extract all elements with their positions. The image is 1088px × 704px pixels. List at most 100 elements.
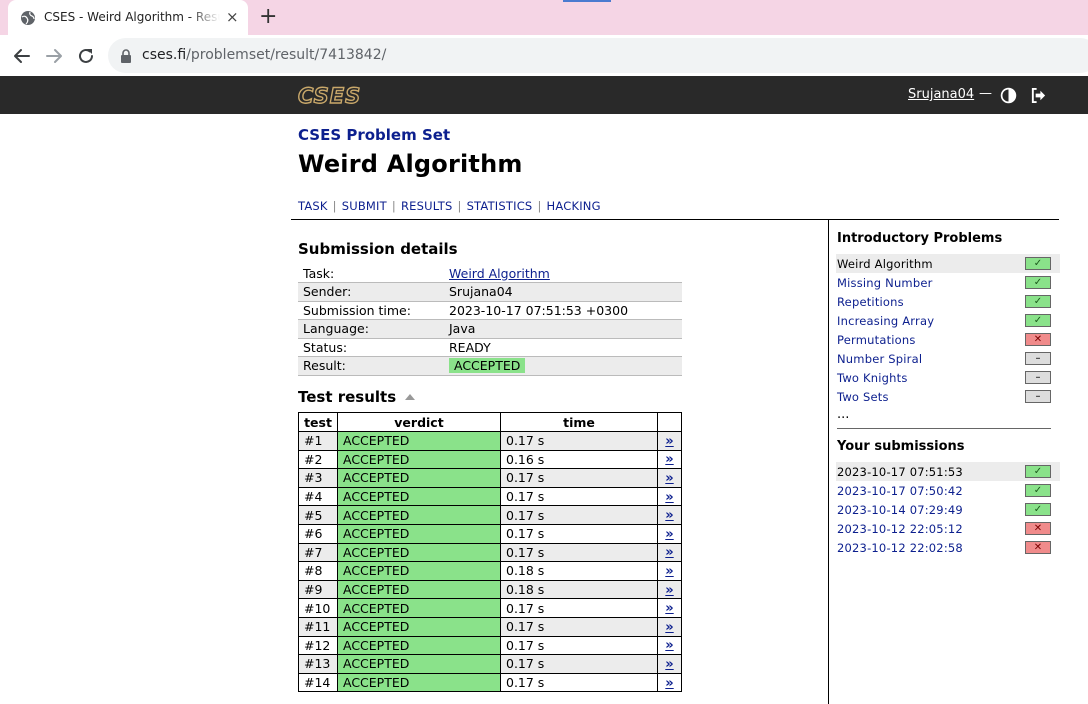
problem-item-label[interactable]: Weird Algorithm bbox=[837, 257, 933, 271]
cses-logo[interactable]: CSES bbox=[297, 84, 361, 107]
problem-item-label[interactable]: Number Spiral bbox=[837, 352, 922, 366]
details-value: 2023-10-17 07:51:53 +0300 bbox=[444, 301, 682, 320]
task-link[interactable]: Weird Algorithm bbox=[449, 266, 550, 281]
page-title: Weird Algorithm bbox=[298, 150, 523, 178]
submission-item[interactable]: 2023-10-12 22:02:58 ✕ bbox=[836, 538, 1060, 557]
view-test-link-icon[interactable]: » bbox=[665, 601, 673, 616]
view-test-link-icon[interactable]: » bbox=[665, 676, 673, 691]
submission-item-label[interactable]: 2023-10-14 07:29:49 bbox=[837, 503, 963, 517]
test-row: #3 ACCEPTED 0.17 s » bbox=[298, 468, 682, 488]
problem-item-label[interactable]: Missing Number bbox=[837, 276, 933, 290]
view-test-link-icon[interactable]: » bbox=[665, 508, 673, 523]
view-test-link-icon[interactable]: » bbox=[665, 657, 673, 672]
tab-close-icon[interactable]: × bbox=[226, 8, 239, 26]
status-bad-icon: ✕ bbox=[1025, 333, 1051, 346]
submission-item[interactable]: 2023-10-17 07:50:42 ✓ bbox=[836, 481, 1060, 500]
tab-results[interactable]: RESULTS bbox=[401, 199, 453, 213]
test-results-header-row: test verdict time bbox=[298, 412, 682, 432]
view-test-link-icon[interactable]: » bbox=[665, 545, 673, 560]
submission-item[interactable]: 2023-10-14 07:29:49 ✓ bbox=[836, 500, 1060, 519]
test-time: 0.17 s bbox=[500, 654, 658, 674]
account-link[interactable]: Srujana04 bbox=[908, 87, 974, 102]
view-test-link-icon[interactable]: » bbox=[665, 620, 673, 635]
test-detail-cell: » bbox=[657, 579, 682, 600]
breadcrumb[interactable]: CSES Problem Set bbox=[298, 126, 450, 144]
problem-item[interactable]: Missing Number ✓ bbox=[836, 273, 1060, 292]
test-detail-cell: » bbox=[657, 616, 682, 637]
test-detail-cell: » bbox=[657, 654, 682, 674]
tab-submit[interactable]: SUBMIT bbox=[342, 199, 387, 213]
status-ok-icon: ✓ bbox=[1025, 295, 1051, 308]
problem-item-label[interactable]: Two Knights bbox=[837, 371, 908, 385]
logout-icon[interactable] bbox=[1030, 87, 1047, 104]
lock-icon[interactable] bbox=[120, 49, 132, 63]
address-bar[interactable]: cses.fi/problemset/result/7413842/ bbox=[108, 38, 1088, 73]
submission-item[interactable]: 2023-10-12 22:05:12 ✕ bbox=[836, 519, 1060, 538]
test-detail-cell: » bbox=[657, 542, 682, 563]
details-label: Result: bbox=[298, 356, 444, 376]
tab-task[interactable]: TASK bbox=[298, 199, 328, 213]
test-row: #10 ACCEPTED 0.17 s » bbox=[298, 598, 682, 618]
test-verdict: ACCEPTED bbox=[337, 449, 501, 470]
column-header-time: time bbox=[500, 412, 658, 432]
subnav-separator: | bbox=[332, 199, 337, 213]
problem-item[interactable]: Number Spiral – bbox=[836, 349, 1060, 368]
test-detail-cell: » bbox=[657, 523, 682, 544]
sidebar-section-title: Introductory Problems bbox=[837, 231, 1003, 246]
contrast-toggle-icon[interactable] bbox=[1000, 87, 1017, 104]
view-test-link-icon[interactable]: » bbox=[665, 490, 673, 505]
submission-item-label[interactable]: 2023-10-12 22:02:58 bbox=[837, 541, 963, 555]
submission-item[interactable]: 2023-10-17 07:51:53 ✓ bbox=[836, 462, 1060, 481]
problem-item-label[interactable]: Two Sets bbox=[837, 390, 889, 404]
test-number: #10 bbox=[298, 598, 338, 618]
test-results-heading[interactable]: Test results bbox=[298, 388, 396, 406]
browser-tab[interactable]: CSES - Weird Algorithm - Results × bbox=[8, 0, 248, 35]
view-test-link-icon[interactable]: » bbox=[665, 638, 673, 653]
view-test-link-icon[interactable]: » bbox=[665, 434, 673, 449]
view-test-link-icon[interactable]: » bbox=[665, 583, 673, 598]
problem-item[interactable]: Weird Algorithm ✓ bbox=[836, 254, 1060, 273]
test-row: #4 ACCEPTED 0.17 s » bbox=[298, 486, 682, 507]
problem-item[interactable]: Repetitions ✓ bbox=[836, 292, 1060, 311]
problem-item-label[interactable]: Repetitions bbox=[837, 295, 904, 309]
test-time: 0.17 s bbox=[500, 505, 658, 525]
submission-details-table: Task: Weird Algorithm Sender: Srujana04 … bbox=[298, 264, 682, 376]
view-test-link-icon[interactable]: » bbox=[665, 527, 673, 542]
test-detail-cell: » bbox=[657, 486, 682, 507]
test-verdict: ACCEPTED bbox=[337, 654, 501, 674]
view-test-link-icon[interactable]: » bbox=[665, 564, 673, 579]
problem-item[interactable]: Permutations ✕ bbox=[836, 330, 1060, 349]
url-text[interactable]: cses.fi/problemset/result/7413842/ bbox=[142, 47, 386, 63]
test-number: #5 bbox=[298, 505, 338, 525]
status-none-icon: – bbox=[1025, 352, 1051, 365]
problem-item[interactable]: Two Knights – bbox=[836, 368, 1060, 387]
back-arrow-icon[interactable] bbox=[11, 45, 33, 67]
view-test-link-icon[interactable]: » bbox=[665, 452, 673, 467]
test-number: #11 bbox=[298, 616, 338, 637]
tab-statistics[interactable]: STATISTICS bbox=[467, 199, 533, 213]
new-tab-button[interactable]: + bbox=[259, 4, 277, 30]
test-row: #14 ACCEPTED 0.17 s » bbox=[298, 672, 682, 693]
test-row: #13 ACCEPTED 0.17 s » bbox=[298, 654, 682, 674]
problem-item[interactable]: Two Sets – bbox=[836, 387, 1060, 406]
test-verdict: ACCEPTED bbox=[337, 672, 501, 693]
test-row: #2 ACCEPTED 0.16 s » bbox=[298, 449, 682, 470]
test-verdict: ACCEPTED bbox=[337, 561, 501, 581]
collapse-triangle-icon[interactable] bbox=[405, 394, 415, 400]
problem-item-label[interactable]: Permutations bbox=[837, 333, 916, 347]
site-header: CSES Srujana04 — bbox=[0, 76, 1088, 114]
tab-hacking[interactable]: HACKING bbox=[547, 199, 601, 213]
test-number: #3 bbox=[298, 468, 338, 488]
problem-item[interactable]: Increasing Array ✓ bbox=[836, 311, 1060, 330]
forward-arrow-icon[interactable] bbox=[43, 45, 65, 67]
test-verdict: ACCEPTED bbox=[337, 523, 501, 544]
submission-item-label[interactable]: 2023-10-17 07:50:42 bbox=[837, 484, 963, 498]
reload-icon[interactable] bbox=[75, 45, 97, 67]
submission-item-label[interactable]: 2023-10-17 07:51:53 bbox=[837, 465, 963, 479]
test-time: 0.18 s bbox=[500, 561, 658, 581]
status-bad-icon: ✕ bbox=[1025, 541, 1051, 554]
task-subnav: TASK | SUBMIT | RESULTS | STATISTICS | HACKING bbox=[298, 199, 601, 213]
problem-item-label[interactable]: Increasing Array bbox=[837, 314, 934, 328]
view-test-link-icon[interactable]: » bbox=[665, 471, 673, 486]
submission-item-label[interactable]: 2023-10-12 22:05:12 bbox=[837, 522, 963, 536]
